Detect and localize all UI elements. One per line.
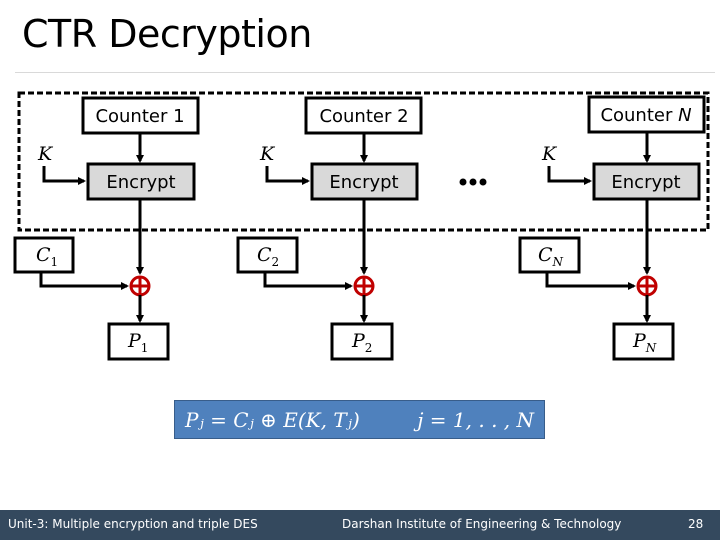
ciphertext-to-xor-arrow xyxy=(263,272,353,290)
key-arrow xyxy=(265,166,310,185)
key-label: K xyxy=(37,143,54,165)
xor-icon xyxy=(636,275,658,297)
ciphertext-to-xor-arrow xyxy=(545,272,636,290)
footer-institute: Darshan Institute of Engineering & Techn… xyxy=(342,517,622,531)
formula-index-range: j = 1, . . , N xyxy=(417,407,534,432)
counter-1-label: Counter 1 xyxy=(95,106,184,127)
key-label: K xyxy=(259,143,276,165)
counter-2-label: Counter 2 xyxy=(319,106,408,127)
key-arrow xyxy=(547,166,592,185)
xor-icon xyxy=(353,275,375,297)
counter-n-label: Counter N xyxy=(600,105,691,126)
decryption-formula-box: Pⱼ = Cⱼ ⊕ E(K, Tⱼ) j = 1, . . , N xyxy=(174,400,545,439)
stage-n: Counter N K Encrypt CN PN xyxy=(518,95,706,361)
encrypt-n-label: Encrypt xyxy=(611,172,680,193)
encrypt-1-label: Encrypt xyxy=(106,172,175,193)
page-number: 28 xyxy=(688,517,704,531)
stage-2: Counter 2 K Encrypt C2 P2 xyxy=(236,96,423,361)
ciphertext-to-xor-arrow xyxy=(39,272,129,290)
formula-expression: Pⱼ = Cⱼ ⊕ E(K, Tⱼ) xyxy=(185,407,360,432)
key-arrow xyxy=(42,166,86,185)
xor-icon xyxy=(129,275,151,297)
encrypt-2-label: Encrypt xyxy=(329,172,398,193)
slide-footer: Unit-3: Multiple encryption and triple D… xyxy=(0,510,720,540)
key-label: K xyxy=(541,143,558,165)
ellipsis-icon xyxy=(459,178,487,186)
footer-unit-title: Unit-3: Multiple encryption and triple D… xyxy=(8,517,258,531)
